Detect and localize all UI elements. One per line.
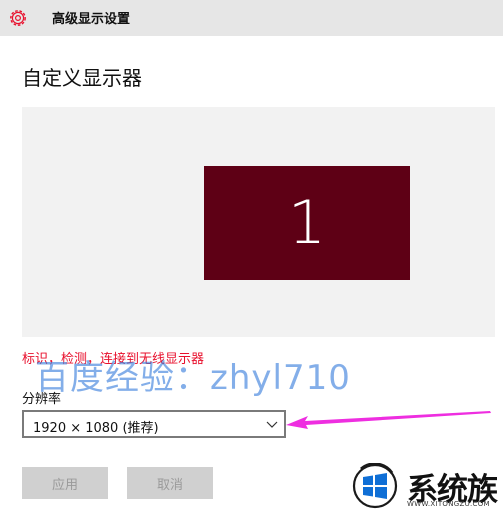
monitor-number: 1 <box>287 188 327 258</box>
title-bar: 高级显示设置 <box>0 0 503 36</box>
window-title: 高级显示设置 <box>52 12 131 27</box>
windows-logo-icon <box>352 463 398 509</box>
resolution-label: 分辨率 <box>22 392 62 407</box>
advanced-display-settings-window: 高级显示设置 自定义显示器 1 标识，检测，连接到无线显示器 百度经验：zhyl… <box>0 0 503 515</box>
gear-icon <box>10 10 26 26</box>
apply-button[interactable]: 应用 <box>22 467 108 499</box>
site-logo: 系统族 WWW.XITONGZU.COM <box>352 463 500 509</box>
page-title: 自定义显示器 <box>22 66 142 90</box>
cancel-button[interactable]: 取消 <box>127 467 213 499</box>
watermark-text: 百度经验：zhyl710 <box>35 358 351 398</box>
logo-url-text: WWW.XITONGZU.COM <box>407 500 490 508</box>
display-preview-area: 1 <box>22 107 495 337</box>
resolution-selected-value: 1920 × 1080 (推荐) <box>33 421 159 436</box>
monitor-1-tile[interactable]: 1 <box>204 166 410 280</box>
chevron-down-icon <box>266 421 278 428</box>
resolution-dropdown[interactable]: 1920 × 1080 (推荐) <box>22 410 286 438</box>
annotation-arrow <box>286 411 491 429</box>
